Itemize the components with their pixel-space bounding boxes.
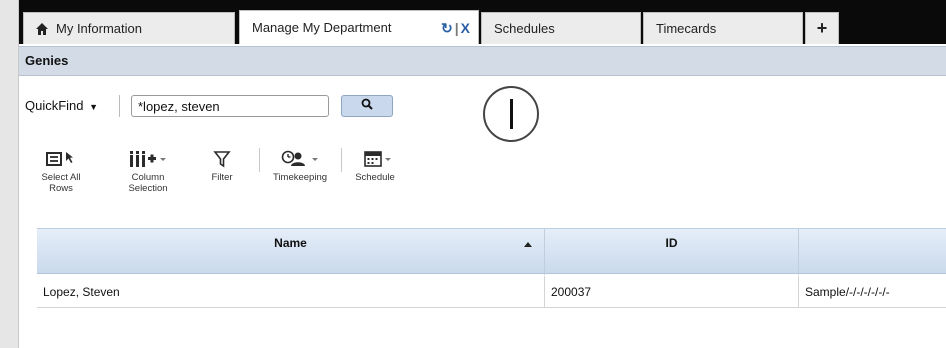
app-frame: My Information Manage My Department ↻ | X … bbox=[18, 0, 946, 348]
column-header-extra[interactable] bbox=[799, 229, 946, 275]
tab-my-information[interactable]: My Information bbox=[23, 12, 235, 44]
separator: | bbox=[454, 20, 459, 36]
tab-label: My Information bbox=[56, 21, 142, 36]
calendar-icon bbox=[345, 146, 405, 172]
tool-label: Rows bbox=[49, 183, 73, 194]
filter-icon bbox=[199, 146, 245, 172]
cursor-annotation-circle bbox=[483, 86, 539, 142]
column-header-name[interactable]: Name bbox=[37, 229, 545, 275]
plus-icon: + bbox=[816, 18, 828, 38]
column-selection-button[interactable]: Column Selection bbox=[115, 146, 181, 194]
tool-label: Schedule bbox=[355, 172, 395, 183]
divider bbox=[119, 95, 120, 117]
tool-label: Selection bbox=[128, 183, 168, 194]
quickfind-dropdown[interactable]: QuickFind ▼ bbox=[25, 98, 98, 113]
tab-timecards[interactable]: Timecards bbox=[643, 12, 803, 44]
home-icon bbox=[36, 22, 48, 35]
search-icon bbox=[361, 97, 373, 115]
refresh-icon[interactable]: ↻ bbox=[441, 20, 453, 37]
filter-button[interactable]: Filter bbox=[199, 146, 245, 183]
tool-label: Select All bbox=[41, 172, 81, 183]
sort-ascending-icon[interactable] bbox=[524, 242, 532, 247]
tool-label: Filter bbox=[211, 172, 233, 183]
column-selection-icon bbox=[115, 146, 181, 172]
chevron-down-icon: ▼ bbox=[89, 102, 99, 112]
text-cursor-icon bbox=[510, 99, 513, 129]
toolbar-divider bbox=[341, 148, 342, 172]
tab-label: Manage My Department bbox=[252, 20, 392, 35]
grid-header: Name ID bbox=[37, 228, 946, 275]
select-all-icon bbox=[33, 146, 89, 172]
tool-label: Column bbox=[131, 172, 165, 183]
tab-schedules[interactable]: Schedules bbox=[481, 12, 641, 44]
select-all-rows-button[interactable]: Select All Rows bbox=[33, 146, 89, 194]
add-tab-button[interactable]: + bbox=[805, 12, 839, 44]
quickfind-input[interactable] bbox=[131, 95, 329, 117]
column-header-label: Name bbox=[274, 236, 307, 250]
tab-controls: ↻ | X bbox=[441, 20, 470, 37]
tab-bar: My Information Manage My Department ↻ | X … bbox=[19, 0, 946, 44]
quickfind-label: QuickFind bbox=[25, 98, 84, 113]
schedule-button[interactable]: Schedule bbox=[345, 146, 405, 183]
toolbar-divider bbox=[259, 148, 260, 172]
timekeeping-button[interactable]: Timekeeping bbox=[265, 146, 335, 183]
panel-title: Genies bbox=[19, 46, 946, 76]
table-row[interactable]: Lopez, Steven 200037 Sample/-/-/-/-/-/- bbox=[37, 276, 946, 308]
column-header-label: ID bbox=[665, 236, 678, 250]
tool-label: Timekeeping bbox=[272, 172, 328, 183]
column-header-id[interactable]: ID bbox=[545, 229, 799, 275]
cell-id: 200037 bbox=[545, 276, 799, 308]
cell-extra: Sample/-/-/-/-/-/- bbox=[805, 285, 890, 299]
tab-label: Timecards bbox=[656, 21, 717, 36]
cell-name: Lopez, Steven bbox=[37, 276, 545, 308]
timekeeping-icon bbox=[265, 146, 335, 172]
close-icon[interactable]: X bbox=[461, 20, 470, 36]
tab-label: Schedules bbox=[494, 21, 555, 36]
tab-manage-my-department[interactable]: Manage My Department ↻ | X bbox=[239, 10, 479, 44]
search-button[interactable] bbox=[341, 95, 393, 117]
